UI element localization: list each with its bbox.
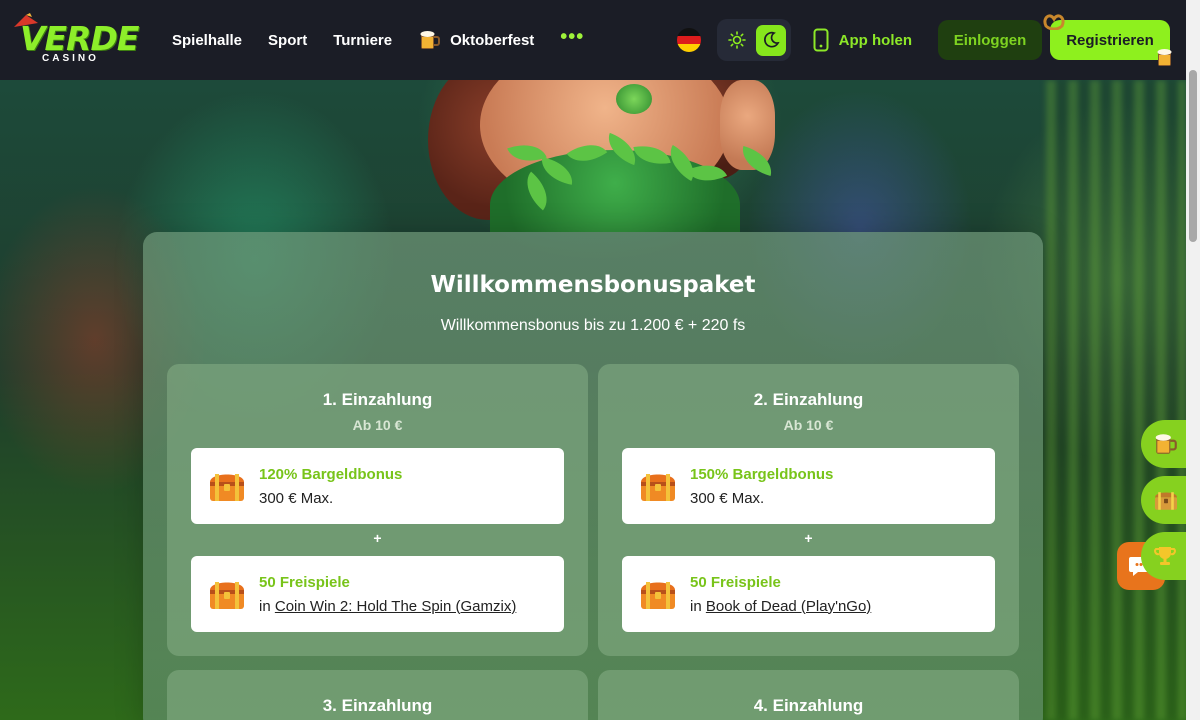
free-spins-game-line: in Book of Dead (Play'nGo): [690, 598, 871, 615]
pretzel-icon: [1043, 14, 1065, 30]
sun-icon: [727, 31, 746, 49]
treasure-chest-icon: [641, 474, 675, 501]
beer-mug-icon: [1157, 49, 1172, 66]
free-spins-card: 50 Freispiele in Coin Win 2: Hold The Sp…: [191, 556, 564, 632]
nav-turniere[interactable]: Turniere: [333, 32, 392, 49]
theme-toggle: [716, 19, 791, 61]
main-nav: Spielhalle Sport Turniere Oktoberfest ••…: [172, 26, 584, 52]
get-app-link[interactable]: App holen: [813, 28, 912, 52]
cash-bonus-max: 300 € Max.: [690, 489, 765, 507]
hero-character-image: [420, 80, 800, 232]
bonus-subtitle: Willkommensbonus bis zu 1.200 € + 220 fs: [440, 317, 746, 334]
get-app-label: App holen: [838, 31, 912, 49]
header-actions: App holen Einloggen Registrieren: [676, 14, 1172, 66]
free-spins-card: 50 Freispiele in Book of Dead (Play'nGo): [622, 556, 995, 632]
moon-icon: [763, 31, 780, 48]
trophy-icon: [1154, 547, 1176, 565]
deposit-title: 4. Einzahlung: [753, 696, 864, 715]
nav-oktoberfest[interactable]: Oktoberfest: [418, 28, 534, 52]
free-spins-prefix: in: [690, 597, 702, 615]
login-button[interactable]: Einloggen: [938, 20, 1042, 60]
page-scrollbar[interactable]: [1186, 0, 1200, 720]
cash-bonus-max: 300 € Max.: [259, 489, 334, 507]
deposit-minimum: Ab 10 €: [352, 417, 403, 433]
deposit-title: 1. Einzahlung: [322, 390, 433, 409]
dark-theme-button[interactable]: [755, 24, 786, 56]
treasure-chest-icon: [210, 474, 244, 501]
background-decoration: [1046, 80, 1186, 720]
logo-subtitle: CASINO: [42, 53, 99, 64]
scrollbar-thumb[interactable]: [1189, 70, 1197, 242]
plus-separator: +: [804, 530, 813, 546]
treasure-chest-icon: [641, 582, 675, 609]
welcome-bonus-panel: Willkommensbonuspaket Willkommensbonus b…: [143, 232, 1043, 720]
cash-bonus-card: 150% Bargeldbonus 300 € Max.: [622, 448, 995, 524]
cash-bonus-card: 120% Bargeldbonus 300 € Max.: [191, 448, 564, 524]
smartphone-icon: [813, 28, 829, 52]
more-menu-icon[interactable]: •••: [560, 26, 584, 49]
german-flag-icon[interactable]: [676, 28, 701, 52]
nav-sport[interactable]: Sport: [268, 32, 307, 49]
deposit-card-4: 4. Einzahlung: [598, 670, 1019, 720]
beer-mug-icon: [1155, 434, 1177, 454]
register-label: Registrieren: [1066, 31, 1154, 49]
deposit-minimum: Ab 10 €: [783, 417, 834, 433]
nav-oktoberfest-label: Oktoberfest: [450, 31, 535, 49]
treasure-chest-icon: [210, 582, 244, 609]
free-spins-prefix: in: [259, 597, 271, 615]
free-spins-game-link[interactable]: Coin Win 2: Hold The Spin (Gamzix): [275, 598, 516, 615]
deposit-card-1: 1. Einzahlung Ab 10 € 120% Bargeldbonus …: [167, 364, 588, 656]
nav-spielhalle[interactable]: Spielhalle: [172, 32, 242, 49]
beer-mug-icon: [420, 31, 441, 49]
light-theme-button[interactable]: [722, 25, 752, 56]
deposit-card-2: 2. Einzahlung Ab 10 € 150% Bargeldbonus …: [598, 364, 1019, 656]
free-spins-game-line: in Coin Win 2: Hold The Spin (Gamzix): [259, 598, 516, 615]
treasure-chest-icon: [1154, 492, 1178, 510]
free-spins-game-link[interactable]: Book of Dead (Play'nGo): [706, 598, 871, 615]
bonus-title: Willkommensbonuspaket: [430, 272, 756, 298]
verde-casino-logo[interactable]: VERDE CASINO: [14, 13, 139, 65]
top-navigation-bar: VERDE CASINO Spielhalle Sport Turniere O…: [0, 0, 1186, 80]
register-button[interactable]: Registrieren: [1043, 14, 1172, 66]
deposit-title: 2. Einzahlung: [753, 390, 864, 409]
free-spins-title: 50 Freispiele: [259, 573, 350, 591]
cash-bonus-title: 150% Bargeldbonus: [690, 465, 834, 483]
deposit-card-3: 3. Einzahlung: [167, 670, 588, 720]
deposit-title: 3. Einzahlung: [322, 696, 433, 715]
cash-bonus-title: 120% Bargeldbonus: [259, 465, 403, 483]
free-spins-title: 50 Freispiele: [690, 573, 781, 591]
plus-separator: +: [373, 530, 382, 546]
